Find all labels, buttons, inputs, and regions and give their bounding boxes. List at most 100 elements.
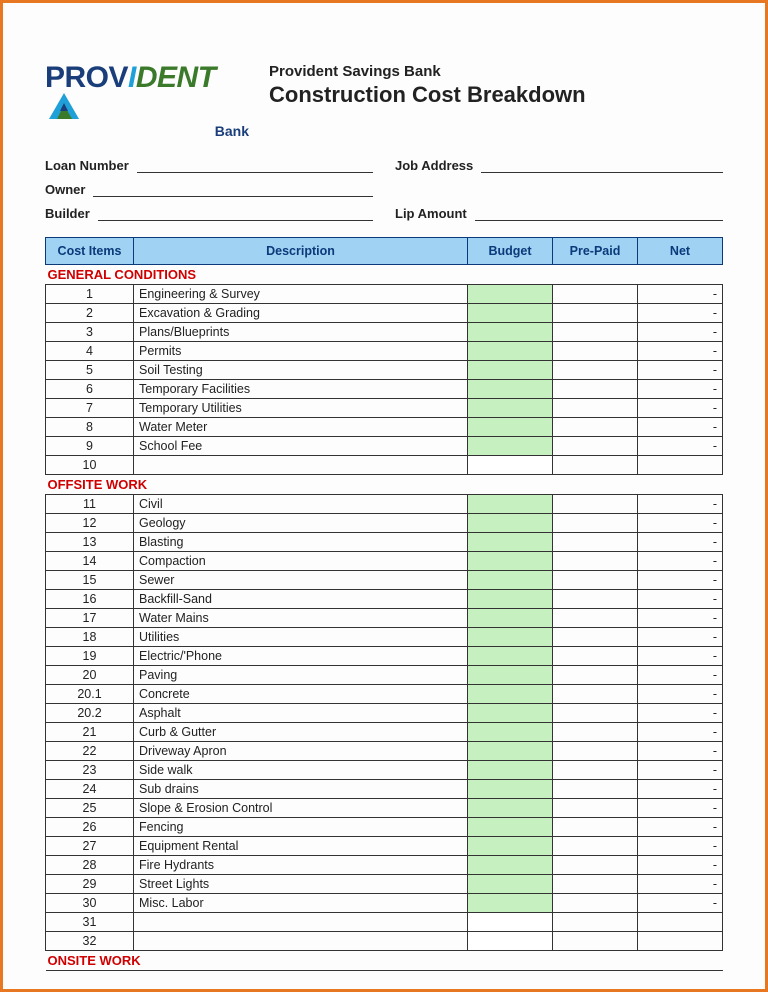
cell-budget[interactable] bbox=[468, 799, 553, 818]
cell-budget[interactable] bbox=[468, 304, 553, 323]
cell-prepaid[interactable] bbox=[553, 799, 638, 818]
table-row: 23Side walk- bbox=[46, 761, 723, 780]
input-builder[interactable] bbox=[98, 205, 373, 221]
table-row: 14Compaction- bbox=[46, 552, 723, 571]
cell-net bbox=[638, 932, 723, 951]
cell-budget[interactable] bbox=[468, 361, 553, 380]
cell-prepaid[interactable] bbox=[553, 685, 638, 704]
cell-net: - bbox=[638, 590, 723, 609]
cell-budget[interactable] bbox=[468, 456, 553, 475]
cell-prepaid[interactable] bbox=[553, 399, 638, 418]
cell-budget[interactable] bbox=[468, 818, 553, 837]
cell-budget[interactable] bbox=[468, 399, 553, 418]
cell-budget[interactable] bbox=[468, 856, 553, 875]
cell-budget[interactable] bbox=[468, 685, 553, 704]
input-loan-number[interactable] bbox=[137, 157, 373, 173]
input-job-address[interactable] bbox=[481, 157, 723, 173]
cell-budget[interactable] bbox=[468, 590, 553, 609]
cell-budget[interactable] bbox=[468, 647, 553, 666]
cell-budget[interactable] bbox=[468, 552, 553, 571]
cell-prepaid[interactable] bbox=[553, 361, 638, 380]
cell-budget[interactable] bbox=[468, 913, 553, 932]
table-row: 32 bbox=[46, 932, 723, 951]
cell-budget[interactable] bbox=[468, 380, 553, 399]
cell-prepaid[interactable] bbox=[553, 552, 638, 571]
cell-prepaid[interactable] bbox=[553, 742, 638, 761]
cell-prepaid[interactable] bbox=[553, 875, 638, 894]
cell-prepaid[interactable] bbox=[553, 837, 638, 856]
cell-budget[interactable] bbox=[468, 609, 553, 628]
cell-prepaid[interactable] bbox=[553, 495, 638, 514]
cell-budget[interactable] bbox=[468, 704, 553, 723]
cell-budget[interactable] bbox=[468, 571, 553, 590]
cell-prepaid[interactable] bbox=[553, 856, 638, 875]
cell-prepaid[interactable] bbox=[553, 780, 638, 799]
form-fields: Loan Number Job Address Owner x Builder … bbox=[45, 157, 723, 221]
cell-prepaid[interactable] bbox=[553, 514, 638, 533]
cell-prepaid[interactable] bbox=[553, 818, 638, 837]
cell-prepaid[interactable] bbox=[553, 323, 638, 342]
cell-item-number: 9 bbox=[46, 437, 134, 456]
cell-budget[interactable] bbox=[468, 437, 553, 456]
cell-budget[interactable] bbox=[468, 894, 553, 913]
cell-budget[interactable] bbox=[468, 418, 553, 437]
cell-item-number: 5 bbox=[46, 361, 134, 380]
cell-budget[interactable] bbox=[468, 875, 553, 894]
cell-prepaid[interactable] bbox=[553, 304, 638, 323]
cell-budget[interactable] bbox=[468, 533, 553, 552]
cell-budget[interactable] bbox=[468, 514, 553, 533]
cell-prepaid[interactable] bbox=[553, 647, 638, 666]
cell-prepaid[interactable] bbox=[553, 913, 638, 932]
cell-prepaid[interactable] bbox=[553, 628, 638, 647]
cell-prepaid[interactable] bbox=[553, 533, 638, 552]
table-row: 24Sub drains- bbox=[46, 780, 723, 799]
cell-prepaid[interactable] bbox=[553, 437, 638, 456]
cell-prepaid[interactable] bbox=[553, 894, 638, 913]
input-lip-amount[interactable] bbox=[475, 205, 723, 221]
cell-budget[interactable] bbox=[468, 932, 553, 951]
label-lip-amount: Lip Amount bbox=[395, 206, 467, 221]
cell-description: Sub drains bbox=[134, 780, 468, 799]
cell-description bbox=[134, 913, 468, 932]
cell-prepaid[interactable] bbox=[553, 704, 638, 723]
cell-budget[interactable] bbox=[468, 723, 553, 742]
cell-prepaid[interactable] bbox=[553, 380, 638, 399]
cell-prepaid[interactable] bbox=[553, 723, 638, 742]
input-owner[interactable] bbox=[93, 181, 373, 197]
cell-prepaid[interactable] bbox=[553, 666, 638, 685]
cell-item-number: 25 bbox=[46, 799, 134, 818]
cell-prepaid[interactable] bbox=[553, 590, 638, 609]
cell-prepaid[interactable] bbox=[553, 932, 638, 951]
cell-prepaid[interactable] bbox=[553, 571, 638, 590]
cell-item-number: 1 bbox=[46, 285, 134, 304]
cell-net: - bbox=[638, 761, 723, 780]
cell-prepaid[interactable] bbox=[553, 456, 638, 475]
cell-budget[interactable] bbox=[468, 323, 553, 342]
cell-prepaid[interactable] bbox=[553, 761, 638, 780]
cell-description: Backfill-Sand bbox=[134, 590, 468, 609]
section-title: ONSITE WORK bbox=[46, 951, 723, 971]
cell-prepaid[interactable] bbox=[553, 342, 638, 361]
table-row: 30Misc. Labor- bbox=[46, 894, 723, 913]
cell-net: - bbox=[638, 418, 723, 437]
cell-description: School Fee bbox=[134, 437, 468, 456]
cell-budget[interactable] bbox=[468, 342, 553, 361]
cell-budget[interactable] bbox=[468, 285, 553, 304]
cell-budget[interactable] bbox=[468, 780, 553, 799]
cell-budget[interactable] bbox=[468, 837, 553, 856]
cell-budget[interactable] bbox=[468, 761, 553, 780]
cell-budget[interactable] bbox=[468, 628, 553, 647]
cell-item-number: 15 bbox=[46, 571, 134, 590]
cell-item-number: 12 bbox=[46, 514, 134, 533]
cell-prepaid[interactable] bbox=[553, 285, 638, 304]
cell-budget[interactable] bbox=[468, 666, 553, 685]
cell-budget[interactable] bbox=[468, 495, 553, 514]
cell-prepaid[interactable] bbox=[553, 609, 638, 628]
col-net: Net bbox=[638, 238, 723, 265]
cell-budget[interactable] bbox=[468, 742, 553, 761]
cell-description: Utilities bbox=[134, 628, 468, 647]
cell-prepaid[interactable] bbox=[553, 418, 638, 437]
cell-item-number: 8 bbox=[46, 418, 134, 437]
table-row: 8Water Meter- bbox=[46, 418, 723, 437]
document-header: PROVIDENT Bank Provident Savings Bank Co… bbox=[45, 63, 723, 139]
